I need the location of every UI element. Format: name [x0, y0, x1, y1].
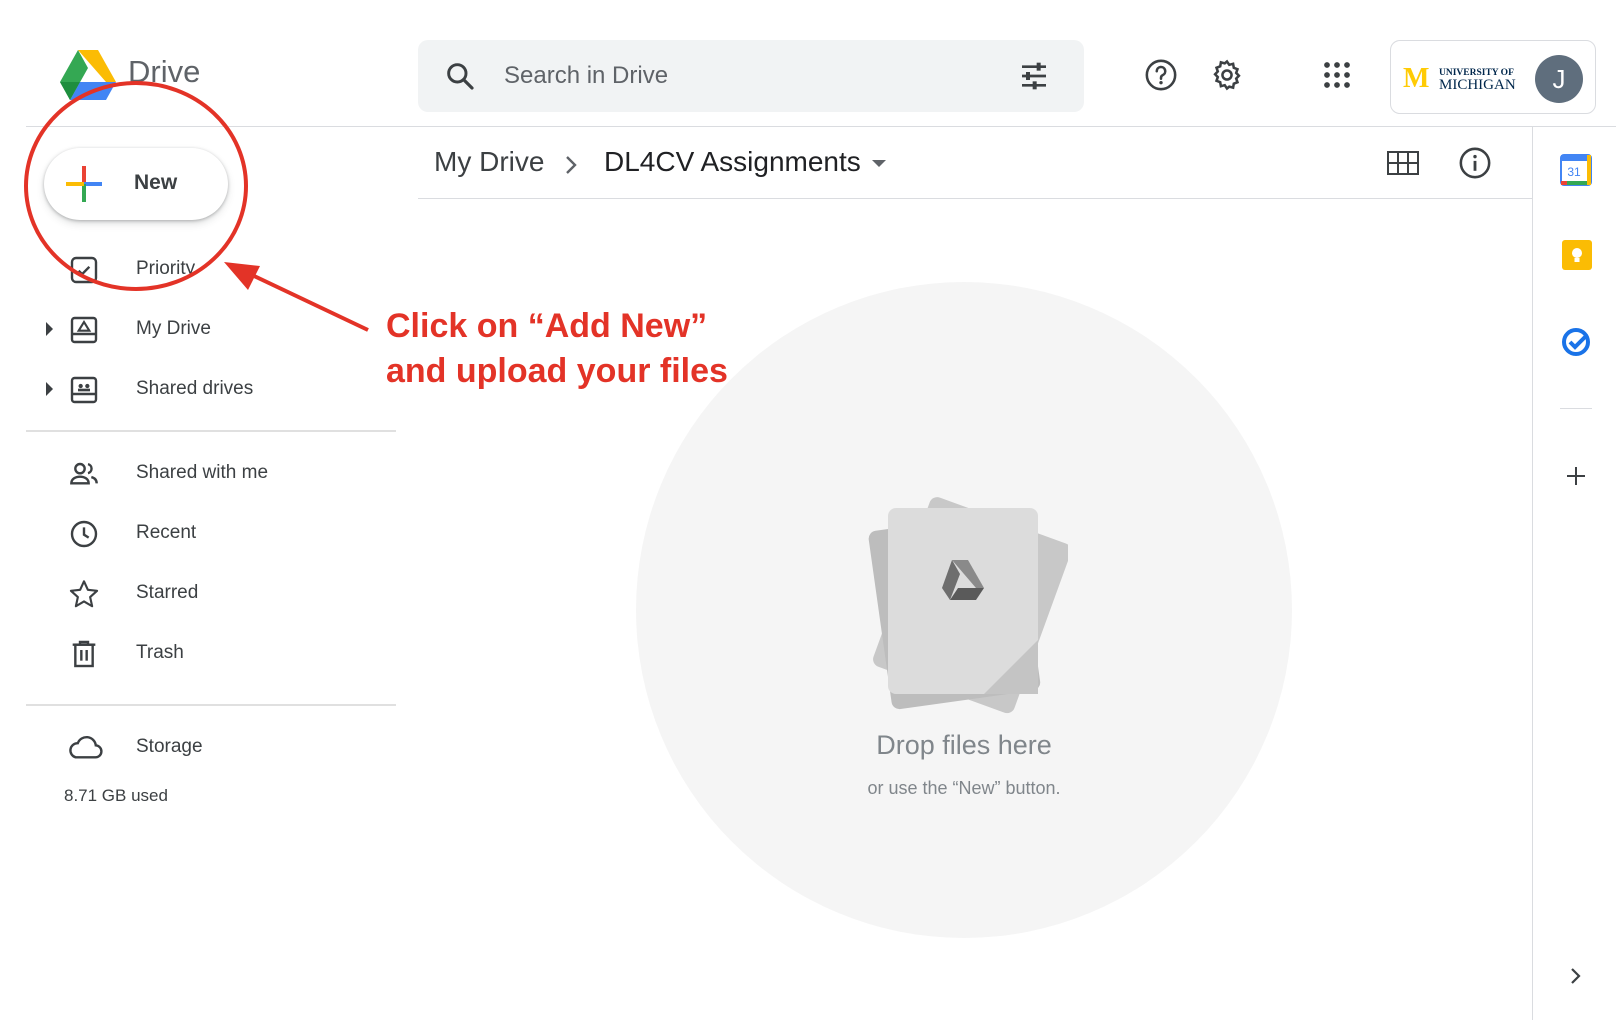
annotation-overlay — [24, 81, 369, 332]
annotation-arrowhead — [224, 262, 260, 290]
annotation-line-1: Click on “Add New” — [386, 307, 708, 345]
annotation-line-2: and upload your files — [386, 352, 728, 390]
annotation-arrow-line — [251, 273, 369, 332]
annotation-text: Click on “Add New” and upload your files — [386, 304, 728, 394]
annotation-circle — [24, 81, 248, 291]
